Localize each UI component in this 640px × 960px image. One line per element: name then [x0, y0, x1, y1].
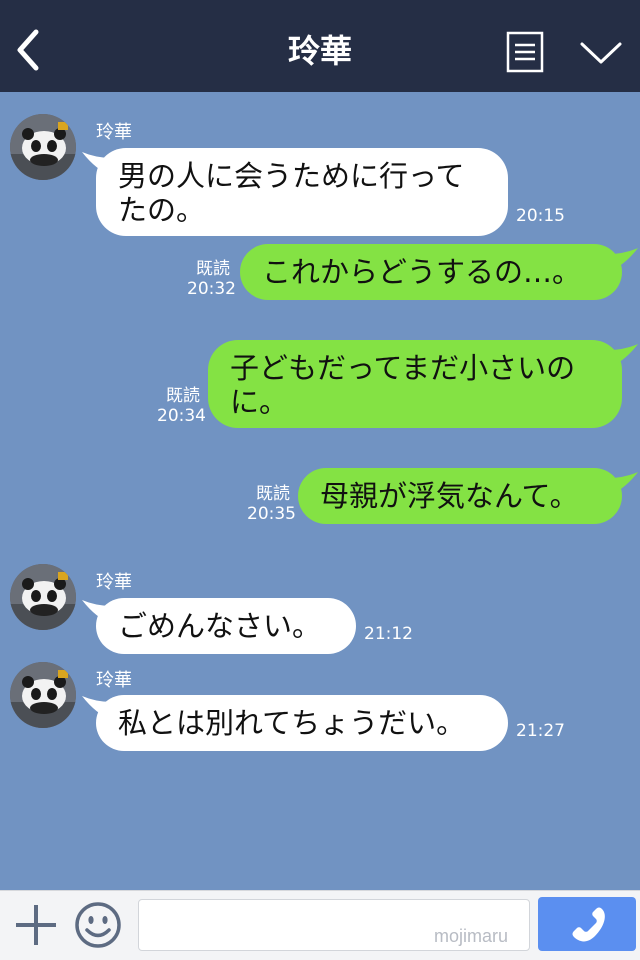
sender-name: 玲華 — [96, 670, 132, 691]
read-receipt: 既読 — [166, 386, 200, 406]
panda-avatar-icon — [10, 114, 76, 180]
emoji-button[interactable] — [74, 901, 122, 949]
read-receipt: 既読 — [196, 259, 230, 279]
menu-button[interactable] — [506, 31, 544, 73]
avatar[interactable] — [10, 114, 76, 180]
collapse-button[interactable] — [578, 38, 624, 68]
read-receipt: 既読 — [256, 484, 290, 504]
chat-header: 玲華 — [0, 0, 640, 92]
message-text-line: 男の人に会うために行って — [118, 159, 465, 193]
message-time: 20:32 — [187, 279, 236, 299]
panda-avatar-icon — [10, 662, 76, 728]
chevron-down-icon — [580, 42, 622, 64]
bubble-tail — [608, 248, 638, 272]
message-time: 20:35 — [247, 504, 296, 524]
plus-icon — [16, 905, 56, 945]
chat-title: 玲華 — [287, 32, 352, 70]
message-time: 21:12 — [364, 624, 413, 644]
message-text-line: に。 — [230, 385, 289, 419]
message-text-line: たの。 — [118, 193, 206, 227]
bubble-tail — [608, 344, 638, 368]
watermark: mojimaru — [434, 926, 509, 946]
message-text-line: 子どもだってまだ小さいの — [230, 351, 576, 385]
chat-area[interactable]: 玲華 男の人に会うために行って たの。 20:15 既読 20:32 これからど… — [0, 92, 640, 890]
message-bubble[interactable]: 母親が浮気なんて。 — [298, 468, 622, 524]
message-bubble[interactable]: 子どもだってまだ小さいの に。 — [208, 340, 622, 428]
chevron-left-icon — [17, 29, 39, 71]
message-bubble[interactable]: 私とは別れてちょうだい。 — [96, 695, 508, 751]
phone-icon — [572, 907, 605, 942]
back-button[interactable] — [10, 28, 50, 72]
bubble-tail — [608, 472, 638, 496]
add-attachment-button[interactable] — [14, 903, 58, 947]
message-time: 21:27 — [516, 721, 565, 741]
message-bubble[interactable]: 男の人に会うために行って たの。 — [96, 148, 508, 236]
call-button[interactable] — [538, 897, 636, 951]
message-time: 20:15 — [516, 206, 565, 226]
panda-avatar-icon — [10, 564, 76, 630]
avatar[interactable] — [10, 662, 76, 728]
message-time: 20:34 — [157, 406, 206, 426]
message-bubble[interactable]: これからどうするの…。 — [240, 244, 622, 300]
avatar[interactable] — [10, 564, 76, 630]
smiley-icon — [75, 902, 121, 948]
sender-name: 玲華 — [96, 572, 132, 593]
sender-name: 玲華 — [96, 122, 132, 143]
document-list-icon — [506, 31, 544, 73]
message-bubble[interactable]: ごめんなさい。 — [96, 598, 356, 654]
